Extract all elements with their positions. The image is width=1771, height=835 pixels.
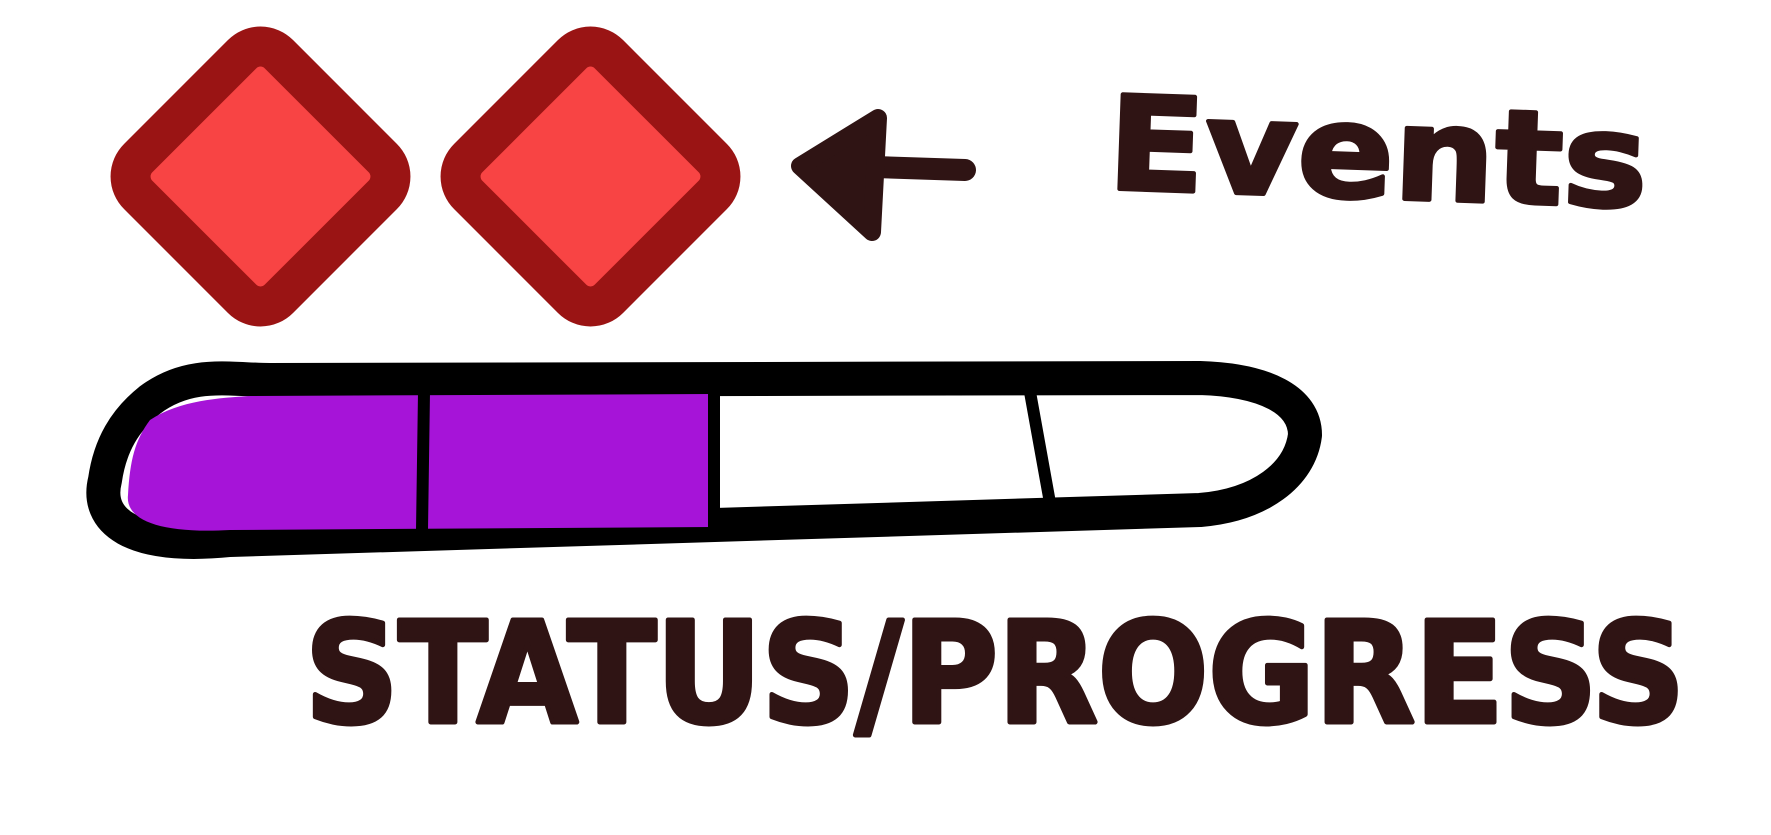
arrow-left-icon	[791, 109, 976, 241]
progress-bar	[86, 361, 1322, 559]
progress-divider	[416, 386, 430, 536]
status-progress-label: STATUS/PROGRESS	[305, 593, 1685, 756]
event-diamond-icon	[110, 26, 411, 327]
event-diamond-icon	[440, 26, 741, 327]
events-progress-diagram: Events STATUS/PROGRESS	[86, 26, 1688, 759]
events-group	[110, 26, 741, 327]
events-label: Events	[1105, 68, 1650, 239]
